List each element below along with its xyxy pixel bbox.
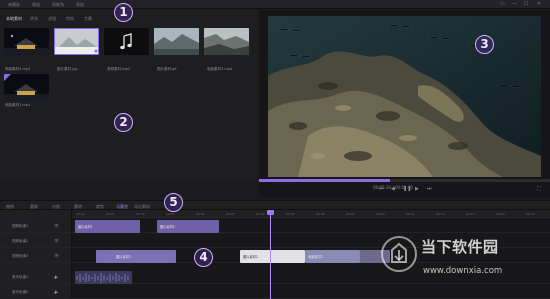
tab-subtitles[interactable]: 字幕 bbox=[84, 16, 92, 22]
callout-marker-2: 2 bbox=[114, 113, 133, 132]
restore-icon[interactable]: ▭ bbox=[500, 1, 505, 7]
ruler-tick: 00:03 bbox=[166, 212, 175, 216]
ruler-tick: 00:01 bbox=[106, 212, 115, 216]
tab-filters[interactable]: 滤镜 bbox=[48, 16, 56, 22]
edit-toolbar: 撤销 重做 分割 删除 裁剪 马赛克 导出素材 bbox=[0, 200, 550, 210]
playhead-handle[interactable] bbox=[267, 210, 274, 215]
preview-video-frame[interactable] bbox=[268, 16, 541, 177]
skip-forward-icon[interactable]: ⏭ bbox=[427, 186, 432, 192]
watermark-title: 当下软件园 bbox=[421, 238, 499, 256]
tab-effects[interactable]: 特效 bbox=[66, 16, 74, 22]
media-library-panel: 本地素材 转场 滤镜 特效 字幕 电脑素材4.mp4 图片素材.jpg 音频素材… bbox=[0, 10, 258, 182]
minimize-icon[interactable]: — bbox=[512, 1, 517, 7]
eye-icon[interactable]: 👁 bbox=[54, 238, 59, 243]
step-forward-icon[interactable]: ▶ bbox=[415, 186, 419, 192]
timeline-clip[interactable]: 电脑素材3 bbox=[305, 250, 360, 263]
menu-export-2[interactable]: 导出 bbox=[76, 2, 84, 8]
ruler-tick: 00:12 bbox=[436, 212, 445, 216]
preview-scrub-progress bbox=[259, 179, 390, 182]
tab-local-media[interactable]: 本地素材 bbox=[6, 16, 22, 22]
track-label: 视频轨道3 bbox=[12, 254, 29, 258]
media-thumb-caption: 图片素材.jpg bbox=[57, 67, 78, 71]
fullscreen-icon[interactable]: ⛶ bbox=[537, 186, 541, 192]
media-thumb-video-3[interactable] bbox=[4, 74, 49, 101]
skip-back-icon[interactable]: ⏮ bbox=[379, 186, 384, 192]
callout-marker-3: 3 bbox=[475, 35, 494, 54]
ruler-tick: 00:04 bbox=[196, 212, 205, 216]
media-thumb-image-1[interactable] bbox=[54, 28, 99, 55]
timeline-playhead[interactable] bbox=[270, 210, 271, 299]
speaker-icon[interactable]: 🔈 bbox=[54, 274, 59, 279]
tab-transitions[interactable]: 转场 bbox=[30, 16, 38, 22]
top-menu-bar: 未保存 导出 另存为 导出 ▭ — ☐ ✕ bbox=[0, 0, 550, 9]
ruler-tick: 00:08 bbox=[316, 212, 325, 216]
callout-marker-4: 4 bbox=[194, 248, 213, 267]
ruler-tick: 00:02 bbox=[136, 212, 145, 216]
media-thumb-caption: 电脑素材1.mp4 bbox=[5, 103, 31, 107]
media-thumb-audio-1[interactable] bbox=[104, 28, 149, 55]
ruler-tick: 00:00 bbox=[76, 212, 85, 216]
ruler-tick: 00:05 bbox=[226, 212, 235, 216]
watermark-logo bbox=[381, 236, 417, 272]
callout-marker-1: 1 bbox=[114, 3, 133, 22]
media-thumb-video-2[interactable] bbox=[204, 28, 249, 55]
maximize-icon[interactable]: ☐ bbox=[524, 1, 528, 7]
timeline-ruler[interactable]: 00:00 00:01 00:02 00:03 00:04 00:05 00:0… bbox=[72, 210, 550, 218]
track-label: 音乐轨道1 bbox=[12, 275, 29, 279]
ruler-tick: 00:11 bbox=[406, 212, 415, 216]
ruler-tick: 00:14 bbox=[496, 212, 505, 216]
music-note-icon bbox=[104, 28, 149, 55]
ruler-tick: 00:06 bbox=[256, 212, 265, 216]
track-label: 视频轨道2 bbox=[12, 239, 29, 243]
ruler-tick: 00:10 bbox=[376, 212, 385, 216]
media-thumb-gif-1[interactable] bbox=[154, 28, 199, 55]
eye-icon[interactable]: 👁 bbox=[54, 223, 59, 228]
media-thumb-caption: 电脑素材4.mp4 bbox=[5, 67, 31, 71]
watermark-url: www.downxia.com bbox=[423, 266, 503, 276]
timeline-clip[interactable]: 图片素材3 bbox=[96, 250, 176, 263]
timeline-clip[interactable]: 图片素材2 bbox=[240, 250, 305, 263]
ruler-tick: 00:09 bbox=[346, 212, 355, 216]
timeline-clip[interactable]: 图片素材2 bbox=[157, 220, 219, 233]
media-thumb-caption: 图片素材.gif bbox=[157, 67, 177, 71]
ruler-tick: 00:07 bbox=[286, 212, 295, 216]
pause-icon[interactable]: ❚❚ bbox=[403, 186, 411, 192]
menu-export[interactable]: 导出 bbox=[32, 2, 40, 8]
media-thumb-caption: 电脑素材3.mp4 bbox=[207, 67, 233, 71]
menu-save-as[interactable]: 另存为 bbox=[52, 2, 64, 8]
media-thumb-video-1[interactable] bbox=[4, 28, 49, 55]
timeline-clip[interactable]: 图片素材1 bbox=[75, 220, 140, 233]
eye-icon[interactable]: 👁 bbox=[54, 253, 59, 258]
speaker-icon[interactable]: 🔈 bbox=[54, 289, 59, 294]
track-label: 视频轨道1 bbox=[12, 224, 29, 228]
track-row-audio-2: 音乐轨道2 🔈 bbox=[0, 285, 550, 299]
ruler-tick: 00:13 bbox=[466, 212, 475, 216]
menu-unsaved[interactable]: 未保存 bbox=[8, 2, 20, 8]
media-thumb-caption: 音频素材.mp3 bbox=[107, 67, 130, 71]
callout-marker-5: 5 bbox=[164, 193, 183, 212]
ruler-tick: 00:15 bbox=[526, 212, 535, 216]
track-label: 音乐轨道2 bbox=[12, 290, 29, 294]
step-back-icon[interactable]: ◀ bbox=[391, 186, 395, 192]
close-icon[interactable]: ✕ bbox=[537, 1, 541, 7]
audio-waveform-clip[interactable] bbox=[75, 271, 132, 284]
